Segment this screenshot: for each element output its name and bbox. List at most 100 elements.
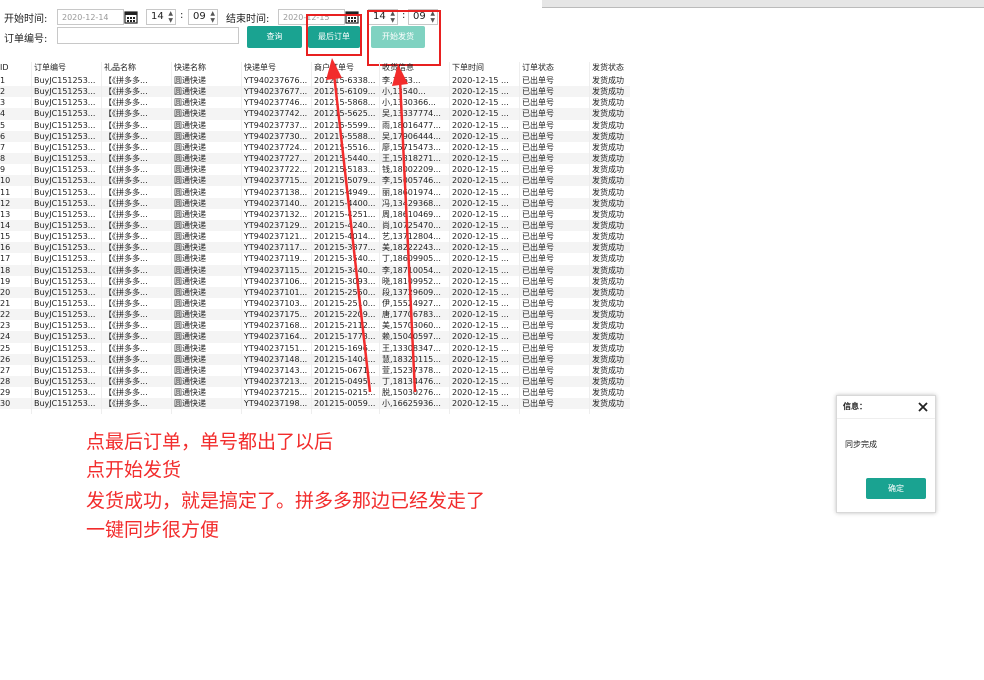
column-header[interactable]: 下单时间: [452, 62, 520, 73]
query-button[interactable]: 查询: [247, 26, 302, 48]
table-cell: 发货成功: [592, 232, 624, 242]
table-cell: BuyJC151253...: [34, 287, 96, 297]
start-minute-spinner[interactable]: 09 ▲ ▼: [188, 9, 218, 25]
table-cell: 圆通快递: [174, 321, 206, 331]
table-row[interactable]: 24 BuyJC151253... 【《拼多多... 圆通快递 YT940237164.…: [0, 331, 630, 343]
table-cell: YT940237103...: [244, 299, 308, 308]
column-divider: [589, 62, 590, 414]
table-row[interactable]: 25 BuyJC151253... 【《拼多多... 圆通快递 YT940237151.…: [0, 343, 630, 354]
table-row[interactable]: 2 BuyJC151253... 【《拼多多... 圆通快递 YT940237677..…: [0, 86, 630, 98]
column-header[interactable]: 收货信息: [382, 62, 450, 73]
table-cell: BuyJC151253...: [34, 187, 96, 197]
table-cell: 已出单号: [522, 299, 554, 308]
table-cell: 发货成功: [592, 176, 624, 186]
table-row[interactable]: 17 BuyJC151253... 【《拼多多... 圆通快递 YT940237119.…: [0, 253, 630, 264]
table-cell: 20: [0, 287, 11, 297]
order-no-input[interactable]: [57, 27, 239, 44]
table-row[interactable]: 8 BuyJC151253... 【《拼多多... 圆通快递 YT940237727..…: [0, 153, 630, 165]
table-row[interactable]: 11 BuyJC151253... 【《拼多多... 圆通快递 YT940237138.…: [0, 187, 630, 198]
table-cell: 2020-12-15 ...: [452, 343, 509, 353]
table-row[interactable]: 28 BuyJC151253... 【《拼多多... 圆通快递 YT940237213.…: [0, 376, 630, 388]
close-icon[interactable]: [918, 402, 928, 412]
table-row[interactable]: 1 BuyJC151253... 【《拼多多... 圆通快递 YT940237676..…: [0, 75, 630, 86]
column-header[interactable]: 礼品名称: [104, 62, 172, 73]
column-header[interactable]: 快递单号: [244, 62, 312, 73]
table-row[interactable]: 15 BuyJC151253... 【《拼多多... 圆通快递 YT940237121.…: [0, 231, 630, 242]
table-cell: 已出单号: [522, 232, 554, 242]
table-cell: 7: [0, 142, 6, 152]
table-cell: 201215-2112...: [314, 321, 376, 331]
table-cell: BuyJC151253...: [34, 87, 96, 97]
table-row[interactable]: 21 BuyJC151253... 【《拼多多... 圆通快递 YT940237103.…: [0, 298, 630, 309]
table-cell: 22: [0, 310, 11, 320]
table-cell: 201215-3540...: [314, 254, 376, 264]
table-row[interactable]: 18 BuyJC151253... 【《拼多多... 圆通快递 YT940237115.…: [0, 264, 630, 276]
table-cell: 发货成功: [592, 109, 624, 119]
table-row[interactable]: 4 BuyJC151253... 【《拼多多... 圆通快递 YT940237742..…: [0, 108, 630, 120]
table-cell: 28: [0, 377, 11, 387]
table-row[interactable]: 23 BuyJC151253... 【《拼多多... 圆通快递 YT940237168.…: [0, 320, 630, 331]
table-row[interactable]: 3 BuyJC151253... 【《拼多多... 圆通快递 YT940237746..…: [0, 97, 630, 108]
table-row[interactable]: 20 BuyJC151253... 【《拼多多... 圆通快递 YT940237101.…: [0, 286, 630, 298]
table-cell: 【《拼多多...: [104, 98, 148, 108]
table-cell: 2020-12-15 ...: [452, 198, 509, 208]
table-row[interactable]: 16 BuyJC151253... 【《拼多多... 圆通快递 YT940237117.…: [0, 242, 630, 254]
column-header[interactable]: 订单编号: [34, 62, 102, 73]
table-row[interactable]: 30 BuyJC151253... 【《拼多多... 圆通快递 YT940237198.…: [0, 398, 630, 410]
table-cell: 1: [0, 76, 6, 85]
table-cell: 2020-12-15 ...: [452, 377, 509, 387]
table-cell: 美,15703060...: [382, 321, 441, 331]
table-row[interactable]: 6 BuyJC151253... 【《拼多多... 圆通快递 YT940237730..…: [0, 130, 630, 142]
table-cell: 201215-4400...: [314, 198, 376, 208]
table-row[interactable]: 7 BuyJC151253... 【《拼多多... 圆通快递 YT940237724..…: [0, 142, 630, 153]
table-cell: 2020-12-15 ...: [452, 131, 509, 141]
dialog-title: 信息：: [843, 402, 867, 411]
table-cell: 201215-3440...: [314, 265, 376, 275]
spin-arrows-icon[interactable]: ▲ ▼: [210, 10, 215, 24]
table-cell: 【《拼多多...: [104, 220, 148, 230]
column-header[interactable]: 发货状态: [592, 62, 630, 73]
table-cell: 2020-12-15 ...: [452, 254, 509, 264]
table-cell: 【《拼多多...: [104, 154, 148, 164]
calendar-icon[interactable]: [124, 10, 138, 24]
column-header[interactable]: ID: [0, 62, 30, 73]
confirm-button[interactable]: 确定: [866, 478, 926, 499]
table-row[interactable]: 26 BuyJC151253... 【《拼多多... 圆通快递 YT940237148.…: [0, 353, 630, 365]
table-cell: 【《拼多多...: [104, 321, 148, 331]
table-cell: 19: [0, 276, 11, 286]
table-cell: 已出单号: [522, 399, 554, 409]
table-cell: 201215-5868...: [314, 98, 376, 108]
table-cell: 圆通快递: [174, 165, 206, 175]
table-cell: 发货成功: [592, 354, 624, 364]
table-cell: 唐,17706783...: [382, 310, 441, 320]
table-cell: 圆通快递: [174, 388, 206, 398]
table-cell: YT940237715...: [244, 176, 308, 186]
table-row[interactable]: 10 BuyJC151253... 【《拼多多... 圆通快递 YT940237715.…: [0, 175, 630, 187]
column-header[interactable]: 订单状态: [522, 62, 590, 73]
table-row[interactable]: 19 BuyJC151253... 【《拼多多... 圆通快递 YT940237106.…: [0, 276, 630, 287]
table-cell: 发货成功: [592, 276, 624, 286]
table-cell: 萱,15237378...: [382, 365, 441, 375]
table-cell: 已出单号: [522, 109, 554, 119]
table-cell: 201215-5440...: [314, 154, 376, 164]
table-row[interactable]: 13 BuyJC151253... 【《拼多多... 圆通快递 YT940237132.…: [0, 209, 630, 220]
column-header[interactable]: 商户订单号: [314, 62, 380, 73]
table-cell: 圆通快递: [174, 243, 206, 253]
table-row[interactable]: 5 BuyJC151253... 【《拼多多... 圆通快递 YT940237737..…: [0, 120, 630, 131]
table-row[interactable]: 9 BuyJC151253... 【《拼多多... 圆通快递 YT940237722..…: [0, 164, 630, 175]
table-cell: 【《拼多多...: [104, 365, 148, 375]
start-hour-spinner[interactable]: 14 ▲ ▼: [146, 9, 176, 25]
start-date-input[interactable]: 2020-12-14: [57, 9, 124, 25]
table-cell: BuyJC151253...: [34, 365, 96, 375]
table-cell: 【《拼多多...: [104, 187, 148, 197]
column-divider: [519, 62, 520, 414]
table-cell: 圆通快递: [174, 354, 206, 364]
spin-arrows-icon[interactable]: ▲ ▼: [168, 10, 173, 24]
table-row[interactable]: 27 BuyJC151253... 【《拼多多... 圆通快递 YT940237143.…: [0, 365, 630, 376]
table-row[interactable]: 22 BuyJC151253... 【《拼多多... 圆通快递 YT940237175.…: [0, 309, 630, 321]
table-row[interactable]: 29 BuyJC151253... 【《拼多多... 圆通快递 YT940237215.…: [0, 387, 630, 398]
table-row[interactable]: 12 BuyJC151253... 【《拼多多... 圆通快递 YT940237140.…: [0, 197, 630, 209]
table-row[interactable]: 14 BuyJC151253... 【《拼多多... 圆通快递 YT940237129.…: [0, 219, 630, 232]
table-cell: 9: [0, 165, 6, 175]
column-header[interactable]: 快递名称: [174, 62, 242, 73]
